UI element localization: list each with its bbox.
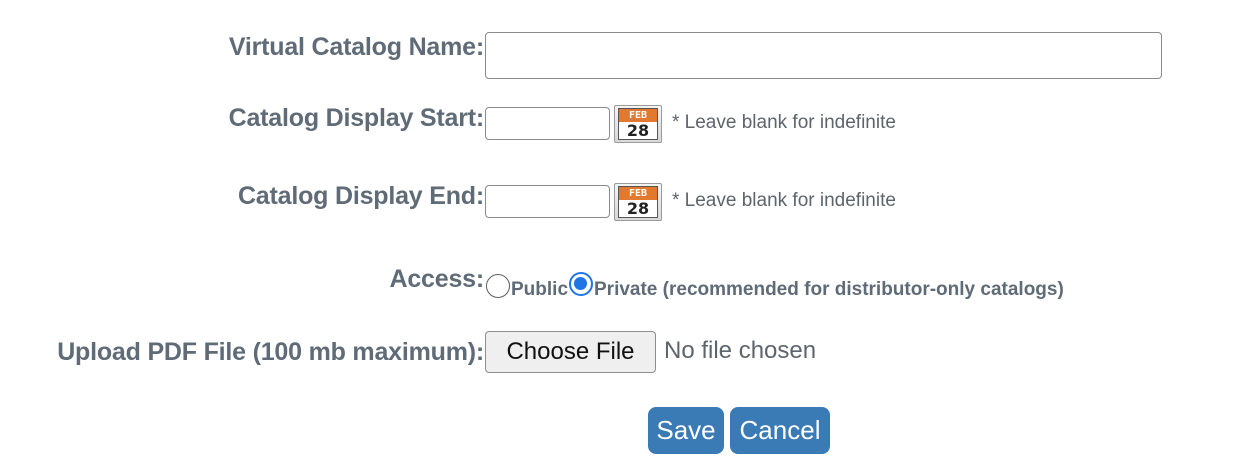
calendar-day: 28 bbox=[626, 121, 650, 140]
calendar-day: 28 bbox=[626, 199, 650, 218]
display-end-input[interactable] bbox=[485, 185, 610, 218]
access-public-label[interactable]: Public bbox=[511, 279, 568, 301]
display-start-calendar-button[interactable]: FEB 28 bbox=[614, 105, 662, 143]
access-private-radio[interactable] bbox=[569, 272, 593, 296]
access-public-radio[interactable] bbox=[486, 274, 510, 298]
display-start-hint: * Leave blank for indefinite bbox=[672, 112, 896, 133]
choose-file-button[interactable]: Choose File bbox=[485, 331, 656, 373]
display-end-label: Catalog Display End: bbox=[237, 182, 484, 210]
display-end-hint: * Leave blank for indefinite bbox=[672, 190, 896, 211]
upload-pdf-label: Upload PDF File (100 mb maximum): bbox=[57, 338, 484, 366]
display-start-label: Catalog Display Start: bbox=[228, 104, 485, 132]
cancel-button[interactable]: Cancel bbox=[730, 407, 830, 454]
catalog-name-label: Virtual Catalog Name: bbox=[228, 33, 484, 61]
catalog-name-input[interactable] bbox=[485, 32, 1162, 79]
access-private-label[interactable]: Private (recommended for distributor-onl… bbox=[594, 279, 1064, 301]
save-button[interactable]: Save bbox=[648, 407, 724, 454]
display-end-calendar-button[interactable]: FEB 28 bbox=[614, 183, 662, 221]
display-start-input[interactable] bbox=[485, 107, 610, 140]
access-label: Access: bbox=[389, 265, 485, 293]
calendar-icon: FEB 28 bbox=[618, 186, 658, 218]
file-status-text: No file chosen bbox=[664, 337, 817, 364]
calendar-icon: FEB 28 bbox=[618, 108, 658, 140]
